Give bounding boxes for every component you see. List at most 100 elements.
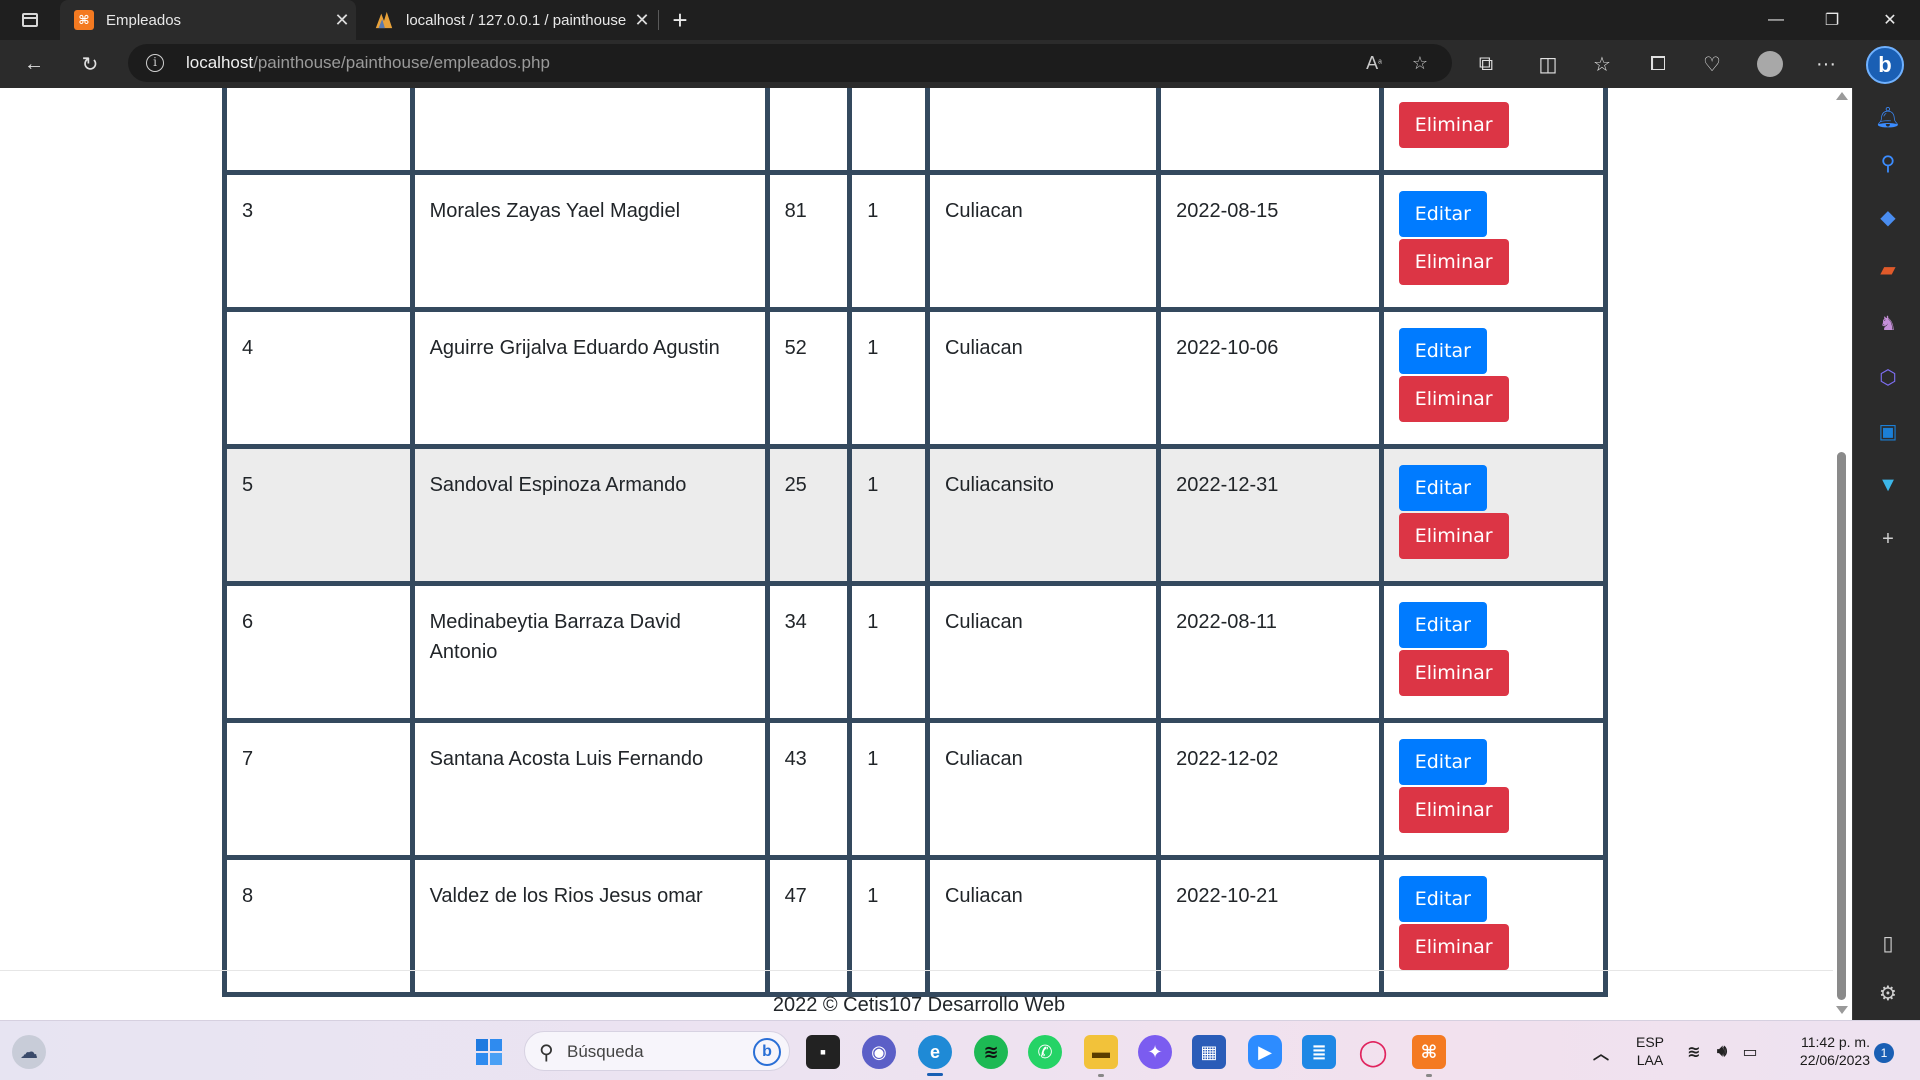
wifi-icon[interactable]: ≋ (1682, 1035, 1706, 1069)
tab-empleados[interactable]: ⌘ Empleados ✕ (60, 0, 356, 40)
edit-button[interactable]: Editar (1398, 465, 1487, 511)
cell-name: Medinabeytia Barraza David Antonio (414, 586, 765, 718)
copilot-app-icon[interactable]: ✦ (1138, 1035, 1172, 1069)
bing-copilot-icon[interactable]: b (1866, 46, 1904, 84)
spotify-icon[interactable]: ≋ (974, 1035, 1008, 1069)
tab-title: localhost / 127.0.0.1 / painthouse (406, 11, 627, 29)
edge-browser-icon[interactable]: e (918, 1035, 952, 1069)
scroll-up-arrow-icon[interactable] (1836, 92, 1848, 100)
footer-divider (0, 970, 1838, 971)
restore-icon[interactable]: ❐ (1804, 0, 1860, 40)
address-bar[interactable]: i localhost/painthouse/painthouse/emplea… (128, 44, 1452, 82)
cell-city: Culiacan (929, 312, 1157, 444)
delete-button[interactable]: Eliminar (1398, 787, 1509, 833)
delete-button[interactable]: Eliminar (1398, 924, 1509, 970)
cell-actions: Editar Eliminar (1383, 312, 1603, 444)
xampp-icon: ⌘ (74, 10, 94, 30)
bing-icon: b (753, 1038, 781, 1066)
clock[interactable]: 11:42 p. m. 22/06/2023 (1778, 1033, 1870, 1069)
cell-name: Valdez de los Rios Jesus omar (414, 860, 765, 992)
cell-id: 4 (227, 312, 410, 444)
cell-city: Culiacan (929, 723, 1157, 855)
hide-sidebar-icon[interactable]: ▯ (1875, 930, 1901, 956)
clock-time: 11:42 p. m. (1800, 1034, 1870, 1050)
cell-id: 7 (227, 723, 410, 855)
outlook-icon[interactable]: ▣ (1875, 418, 1901, 444)
edit-button[interactable]: Editar (1398, 602, 1487, 648)
delete-button[interactable]: Eliminar (1398, 239, 1509, 285)
drop-icon[interactable]: ▼ (1875, 472, 1901, 498)
shopping-tag-icon[interactable]: ◆ (1875, 204, 1901, 230)
favorites-icon[interactable]: ☆ (1584, 46, 1620, 82)
zoom-icon[interactable]: ▶ (1248, 1035, 1282, 1069)
read-aloud-icon[interactable]: Aᵃ (1360, 50, 1388, 76)
microsoft365-icon[interactable]: ⬡ (1875, 364, 1901, 390)
windows-start-icon[interactable] (472, 1035, 506, 1069)
delete-button[interactable]: Eliminar (1398, 102, 1509, 148)
scroll-down-arrow-icon[interactable] (1836, 1006, 1848, 1014)
table-row: 3 Morales Zayas Yael Magdiel 81 1 Culiacan 20… (227, 175, 1603, 307)
url-text[interactable]: localhost/painthouse/painthouse/empleado… (186, 53, 550, 73)
notification-bell-icon[interactable]: 🔔︎ (1875, 104, 1901, 130)
show-hidden-icons-chevron-icon[interactable]: ︿ (1584, 1035, 1618, 1069)
cell-date: 2022-12-31 (1161, 449, 1379, 581)
cell-date: 2022-08-15 (1161, 175, 1379, 307)
active-app-indicator (927, 1073, 943, 1076)
tools-icon[interactable]: ▰ (1875, 256, 1901, 282)
cell-age: 43 (769, 723, 848, 855)
edit-button[interactable]: Editar (1398, 191, 1487, 237)
tab-actions-icon[interactable] (14, 6, 46, 34)
cell-num: 1 (852, 586, 925, 718)
refresh-icon[interactable]: ↻ (72, 46, 108, 82)
cell-date: 2022-10-21 (1161, 860, 1379, 992)
edit-button[interactable]: Editar (1398, 739, 1487, 785)
profile-avatar-icon[interactable] (1752, 46, 1788, 82)
employees-table-wrapper: Eliminar 3 Morales Zayas Yael Magdiel 81 1 C… (222, 88, 1608, 997)
split-screen-icon[interactable]: ◫ (1530, 46, 1566, 82)
delete-button[interactable]: Eliminar (1398, 376, 1509, 422)
notification-badge[interactable]: 1 (1874, 1043, 1894, 1063)
cell-actions: Editar Eliminar (1383, 860, 1603, 992)
add-sidebar-app-icon[interactable]: + (1875, 526, 1901, 552)
keyboard-layout: LAA (1636, 1052, 1664, 1068)
sidebar-settings-gear-icon[interactable]: ⚙ (1875, 980, 1901, 1006)
close-tab-icon[interactable]: ✕ (328, 10, 356, 31)
favorite-star-icon[interactable]: ☆ (1406, 50, 1434, 76)
tab-phpmyadmin[interactable]: localhost / 127.0.0.1 / painthouse ✕ (360, 0, 656, 40)
close-window-icon[interactable]: ✕ (1862, 0, 1918, 40)
task-view-icon[interactable]: ▪ (806, 1035, 840, 1069)
performance-icon[interactable]: ♡ (1694, 46, 1730, 82)
extensions-icon[interactable]: ⧉ (1468, 46, 1504, 82)
taskbar-search[interactable]: ⚲ Búsqueda b (524, 1031, 790, 1071)
cell-num: 1 (852, 723, 925, 855)
notepad-icon[interactable]: ≣ (1302, 1035, 1336, 1069)
language-indicator[interactable]: ESP LAA (1630, 1033, 1670, 1069)
edit-button[interactable]: Editar (1398, 876, 1487, 922)
edit-button[interactable]: Editar (1398, 328, 1487, 374)
new-tab-icon[interactable]: + (664, 4, 696, 36)
search-icon[interactable]: ⚲ (1875, 150, 1901, 176)
volume-icon[interactable]: 🔊︎ (1710, 1035, 1734, 1069)
scrollbar-thumb[interactable] (1837, 452, 1846, 1000)
tab-title: Empleados (106, 11, 182, 29)
microsoft-store-icon[interactable]: ▦ (1192, 1035, 1226, 1069)
games-icon[interactable]: ♞ (1875, 310, 1901, 336)
weather-widget-icon[interactable]: ☁ (12, 1035, 46, 1069)
chat-icon[interactable]: ◉ (862, 1035, 896, 1069)
delete-button[interactable]: Eliminar (1398, 650, 1509, 696)
battery-icon[interactable]: ▭ (1738, 1035, 1762, 1069)
back-arrow-icon[interactable]: ← (16, 46, 52, 82)
opera-icon[interactable]: ◯ (1356, 1035, 1390, 1069)
phpmyadmin-icon (374, 10, 394, 30)
minimize-icon[interactable]: — (1748, 0, 1804, 40)
whatsapp-icon[interactable]: ✆ (1028, 1035, 1062, 1069)
more-menu-icon[interactable]: ··· (1808, 46, 1844, 82)
cell-num: 1 (852, 449, 925, 581)
site-info-icon[interactable]: i (146, 54, 164, 72)
xampp-icon[interactable]: ⌘ (1412, 1035, 1446, 1069)
cell-city: Culiacansito (929, 449, 1157, 581)
collections-icon[interactable]: ⧠ (1640, 46, 1676, 82)
delete-button[interactable]: Eliminar (1398, 513, 1509, 559)
file-explorer-icon[interactable]: ▬ (1084, 1035, 1118, 1069)
close-tab-icon[interactable]: ✕ (628, 10, 656, 31)
